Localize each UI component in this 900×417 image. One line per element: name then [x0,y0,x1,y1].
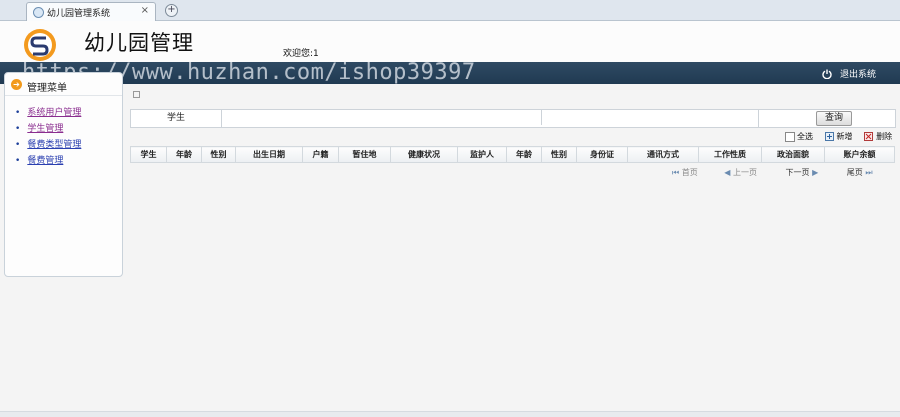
sidebar: ➔ 管理菜单 • 系统用户管理 • 学生管理 • 餐费类型管理 • 餐费管理 [4,72,123,277]
add-icon [824,132,834,141]
first-page-icon: ⏮ [672,168,680,177]
sidebar-item-system-users: • 系统用户管理 [15,105,81,121]
search-button[interactable]: 查询 [816,111,852,126]
select-all-control[interactable]: 全选 [785,131,813,142]
column-header[interactable]: 学生 [130,146,167,163]
prev-page-icon: ◀ [724,168,731,177]
add-button[interactable]: 新增 [824,131,853,142]
power-icon [822,69,832,79]
bullet-icon: • [15,124,21,134]
prev-page-button[interactable]: ◀ 上一页 [724,167,757,178]
last-page-label: 尾页 [846,168,863,177]
delete-label: 删除 [876,132,893,141]
logout-label: 退出系统 [839,70,876,80]
sidebar-item-fees: • 餐费管理 [15,153,81,169]
first-page-label: 首页 [681,168,698,177]
pagination: ⏮ 首页 ◀ 上一页 下一页 ▶ 尾页 ⏭ [672,167,873,178]
sidebar-link-system-users[interactable]: 系统用户管理 [27,108,81,118]
column-header[interactable]: 性别 [201,146,236,163]
sidebar-link-students[interactable]: 学生管理 [27,124,63,134]
student-search-input[interactable] [223,110,542,125]
column-header[interactable]: 户籍 [302,146,339,163]
sidebar-header: ➔ 管理菜单 [5,73,122,96]
column-header[interactable]: 工作性质 [698,146,762,163]
browser-tab-title: 幼儿园管理系统 [47,9,111,19]
sidebar-link-fee-types[interactable]: 餐费类型管理 [27,140,81,150]
student-table: 学生 年龄 性别 出生日期 户籍 暂住地 健康状况 监护人 年龄 性别 身份证 … [130,146,895,163]
column-header[interactable]: 出生日期 [235,146,303,163]
top-navbar: https://www.huzhan.com/ishop39397 退出系统 [0,60,900,85]
sidebar-menu: • 系统用户管理 • 学生管理 • 餐费类型管理 • 餐费管理 [15,105,81,169]
last-page-icon: ⏭ [865,168,873,177]
sidebar-item-students: • 学生管理 [15,121,81,137]
column-header[interactable]: 暂住地 [338,146,391,163]
next-page-button[interactable]: 下一页 ▶ [786,167,819,178]
delete-icon [864,132,874,141]
sidebar-title: 管理菜单 [27,83,67,94]
column-header[interactable]: 健康状况 [390,146,458,163]
sidebar-item-fee-types: • 餐费类型管理 [15,137,81,153]
column-header[interactable]: 通讯方式 [627,146,699,163]
add-label: 新增 [836,132,853,141]
bullet-icon: • [15,108,21,118]
logout-button[interactable]: 退出系统 [822,67,876,80]
app-logo-icon [24,29,56,61]
welcome-text: 欢迎您:1 [283,49,319,59]
column-header[interactable]: 账户余额 [824,146,895,163]
page-favicon-icon [33,7,44,18]
first-page-button[interactable]: ⏮ 首页 [672,167,698,178]
delete-button[interactable]: 删除 [864,131,892,142]
prev-page-label: 上一页 [733,168,757,177]
bullet-icon: • [15,140,21,150]
next-page-label: 下一页 [785,168,810,177]
select-all-label: 全选 [797,132,813,141]
column-header[interactable]: 年龄 [166,146,202,163]
search-filler-cell [542,110,759,127]
table-header-row: 学生 年龄 性别 出生日期 户籍 暂住地 健康状况 监护人 年龄 性别 身份证 … [130,146,895,163]
status-strip [0,411,900,417]
bullet-icon: • [15,156,21,166]
column-header[interactable]: 性别 [541,146,577,163]
browser-tab-strip: 幼儿园管理系统 × + [0,0,900,21]
column-header[interactable]: 年龄 [506,146,542,163]
breadcrumb-marker-icon [133,91,140,98]
column-header[interactable]: 政治面貌 [761,146,825,163]
table-toolbar: 全选 新增 删除 [785,131,900,142]
arrow-right-icon: ➔ [11,79,22,90]
app-header: 幼儿园管理 欢迎您:1 [0,21,900,62]
sidebar-link-fees[interactable]: 餐费管理 [27,156,63,166]
browser-tab[interactable]: 幼儿园管理系统 × [26,2,156,21]
column-header[interactable]: 身份证 [576,146,628,163]
select-all-checkbox[interactable] [785,131,795,142]
close-tab-icon[interactable]: × [141,5,149,16]
next-page-icon: ▶ [812,168,819,177]
column-header[interactable]: 监护人 [457,146,507,163]
last-page-button[interactable]: 尾页 ⏭ [847,167,873,178]
search-bar: 学生 查询 [130,109,896,128]
new-tab-button[interactable]: + [165,4,178,17]
app-title: 幼儿园管理 [84,31,194,55]
search-label: 学生 [131,110,222,127]
